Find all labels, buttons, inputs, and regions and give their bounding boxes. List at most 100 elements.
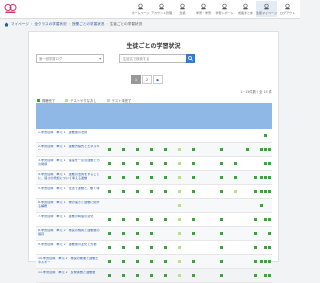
- lesson-link[interactable]: 1.学習目標 単元 1 運動量の法則: [38, 131, 100, 135]
- lesson-link[interactable]: 9.学習目標 単元 2 運動量の変化と力積: [38, 243, 100, 247]
- nav-item-4[interactable]: 学習レポート: [214, 1, 235, 17]
- lesson-link[interactable]: 11.学習目標 単元 2 反発係数と運動量: [38, 271, 100, 275]
- status-cell: [108, 260, 111, 263]
- lesson-link[interactable]: 3.学習目標 単元 1 速度を一定な運動と力の関係: [38, 159, 100, 167]
- status-cell: [220, 274, 223, 277]
- status-cell: [136, 260, 139, 263]
- nav-item-label: 生徒: [179, 11, 186, 15]
- status-cell: [122, 246, 125, 249]
- lesson-link[interactable]: 8.学習目標 単元 2 衝突の規則と運動量の保存: [38, 229, 100, 237]
- search-icon: [188, 56, 193, 61]
- school-logo[interactable]: [4, 3, 17, 14]
- status-cell: [264, 162, 267, 165]
- status-cell: [122, 218, 125, 221]
- breadcrumb-item-all-classes[interactable]: 全クラスの学習状況: [34, 22, 66, 27]
- home-icon[interactable]: [4, 22, 9, 27]
- nav-item-label: 成長まとめ: [237, 11, 253, 15]
- status-cell: [150, 260, 153, 263]
- status-cell: [192, 274, 195, 277]
- status-cell: [264, 246, 267, 249]
- status-cell: [178, 274, 181, 277]
- status-cell: [254, 176, 257, 179]
- nav-item-3[interactable]: 学習・学習: [193, 1, 214, 17]
- mypage-icon: [264, 3, 269, 10]
- table-row: 2.学習目標 単元 1 運動方程式とエネルギー: [36, 143, 272, 157]
- status-cell: [260, 204, 263, 207]
- search-button[interactable]: [186, 54, 195, 63]
- status-cell: [122, 232, 125, 235]
- nav-item-6[interactable]: 生徒マイページ: [256, 1, 277, 17]
- status-cell: [268, 232, 271, 235]
- lesson-link[interactable]: 5.学習目標 単元 1 位置で運動と、動く球: [38, 187, 100, 191]
- people-icon: [180, 3, 185, 10]
- status-cell: [122, 190, 125, 193]
- status-cell: [260, 260, 263, 263]
- table-row: 8.学習目標 単元 2 衝突の規則と運動量の保存: [36, 227, 272, 241]
- status-cell: [178, 232, 181, 235]
- graph-icon: [243, 3, 248, 10]
- nav-item-label: 学習・学習: [195, 11, 211, 15]
- lesson-link[interactable]: 4.学習目標 単元 1 運動の法則をすることに、速さの増加について考える運動: [38, 173, 100, 181]
- status-cell: [268, 176, 271, 179]
- status-cell: [136, 162, 139, 165]
- status-cell: [220, 162, 223, 165]
- status-cell: [254, 274, 257, 277]
- status-cell: [192, 218, 195, 221]
- status-cell: [150, 274, 153, 277]
- status-cell: [178, 204, 181, 207]
- status-cell: [108, 176, 111, 179]
- table-row: 11.学習目標 単元 2 反発係数と運動量: [36, 269, 272, 283]
- nav-item-0[interactable]: ホームページ: [130, 1, 151, 17]
- status-cell: [268, 148, 271, 151]
- pagination: 1 2 ▶: [131, 75, 164, 84]
- legend-swatch: [37, 99, 40, 102]
- status-cell: [136, 176, 139, 179]
- status-cell: [264, 260, 267, 263]
- book-icon: [201, 3, 206, 10]
- breadcrumb-separator: ›: [106, 22, 108, 26]
- logout-icon: [285, 3, 290, 10]
- status-cell: [178, 176, 181, 179]
- table-row: 6.学習目標 単元 1 物の速さと運動に関する解釈: [36, 199, 272, 213]
- table-row: 1.学習目標 単元 1 運動量の法則: [36, 129, 272, 143]
- nav-item-7[interactable]: ログアウト: [277, 1, 298, 17]
- lesson-link[interactable]: 7.学習目標 単元 1 運動の時間の変化: [38, 215, 100, 219]
- lesson-link[interactable]: 10.学習目標 単元 2 衝突の前後と運動エネルギー: [38, 257, 100, 265]
- status-cell: [164, 162, 167, 165]
- page-2-button[interactable]: 2: [142, 75, 152, 84]
- nav-item-5[interactable]: 成長まとめ: [235, 1, 256, 17]
- lesson-filter-value: 第一回学習ログ: [39, 57, 63, 61]
- breadcrumb-item-mypage[interactable]: マイページ: [11, 22, 29, 27]
- page-1-button[interactable]: 1: [131, 75, 141, 84]
- search-placeholder: 生徒名で検索する: [123, 57, 150, 61]
- status-cell: [178, 218, 181, 221]
- lesson-filter-select[interactable]: 第一回学習ログ ▾: [36, 54, 104, 63]
- status-cell: [150, 232, 153, 235]
- status-cell: [122, 274, 125, 277]
- table-row: 9.学習目標 単元 2 運動量の変化と力積: [36, 241, 272, 255]
- lesson-link[interactable]: 6.学習目標 単元 1 物の速さと運動に関する解釈: [38, 201, 100, 209]
- lesson-link[interactable]: 2.学習目標 単元 1 運動方程式とエネルギー: [38, 145, 100, 153]
- nav-item-label: ログアウト: [279, 11, 295, 15]
- status-cell: [108, 218, 111, 221]
- status-cell: [178, 260, 181, 263]
- table-row: 4.学習目標 単元 1 運動の法則をすることに、速さの増加について考える運動: [36, 171, 272, 185]
- status-cell: [108, 274, 111, 277]
- nav-item-2[interactable]: 生徒: [172, 1, 193, 17]
- status-cell: [192, 260, 195, 263]
- status-cell: [220, 246, 223, 249]
- status-cell: [164, 148, 167, 151]
- breadcrumb-item-lessons[interactable]: 授業ごとの学習状況: [72, 22, 104, 27]
- status-cell: [264, 190, 267, 193]
- student-search-input[interactable]: 生徒名で検索する: [119, 54, 187, 63]
- nav-item-1[interactable]: アカウント管理: [151, 1, 172, 17]
- status-cell: [220, 148, 223, 151]
- status-cell: [108, 148, 111, 151]
- table-row: 5.学習目標 単元 1 位置で運動と、動く球: [36, 185, 272, 199]
- nav-item-label: 生徒マイページ: [256, 11, 277, 15]
- status-cell: [254, 190, 257, 193]
- status-cell: [178, 246, 181, 249]
- home-icon: [138, 3, 143, 10]
- status-cell: [234, 176, 237, 179]
- next-page-button[interactable]: ▶: [153, 75, 163, 84]
